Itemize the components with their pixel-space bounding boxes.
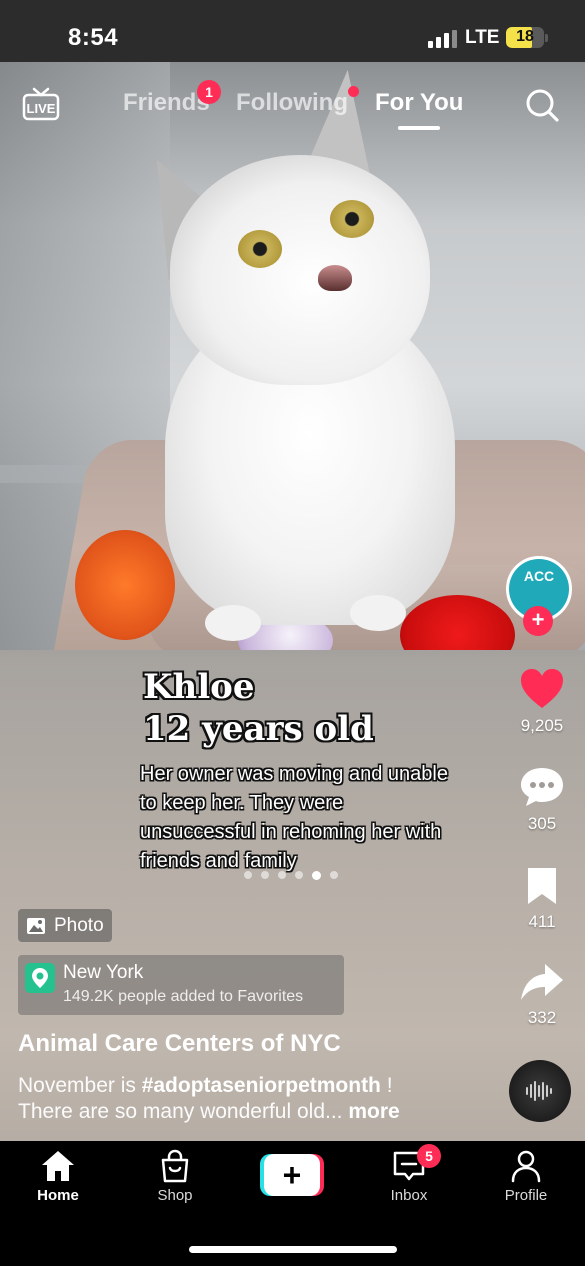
home-icon: [42, 1151, 74, 1181]
caption-title: Khloe 12 years old: [143, 666, 374, 750]
post-description[interactable]: November is #adoptaseniorpetmonth ! Ther…: [18, 1073, 488, 1125]
nav-inbox-label: Inbox: [390, 1187, 428, 1204]
carousel-dot-active: [312, 870, 321, 880]
heart-icon: [521, 669, 563, 708]
cat-nose: [318, 265, 352, 291]
more-link[interactable]: more: [343, 1100, 399, 1123]
description-prefix: November is: [18, 1074, 142, 1097]
nav-profile-label: Profile: [504, 1187, 548, 1204]
tab-following[interactable]: Following: [236, 89, 348, 117]
description-suffix: !: [380, 1074, 393, 1097]
cat-paw-left: [205, 605, 261, 641]
avatar-text: ACC: [523, 568, 555, 584]
caption-age: 12 years old: [143, 709, 374, 749]
svg-text:LIVE: LIVE: [27, 101, 56, 116]
nav-profile[interactable]: Profile: [481, 1149, 571, 1204]
share-button[interactable]: 332: [512, 962, 572, 1028]
top-navigation: LIVE Friends 1 Following For You: [0, 70, 585, 140]
battery-level: 18: [516, 28, 534, 45]
bookmark-icon: [528, 868, 556, 904]
tab-for-you[interactable]: For You: [375, 89, 463, 117]
account-name[interactable]: Animal Care Centers of NYC: [18, 1030, 341, 1058]
carousel-dot: [278, 871, 286, 879]
search-icon[interactable]: [524, 87, 560, 123]
cat-head: [170, 155, 430, 385]
carousel-dot: [244, 871, 252, 879]
cat-paw-right: [350, 595, 406, 631]
create-plus-icon: +: [282, 1157, 302, 1193]
cat-eye-left: [238, 230, 282, 268]
like-count: 9,205: [520, 716, 564, 735]
carousel-dot: [295, 871, 303, 879]
orange-pompom-toy: [75, 530, 175, 640]
inbox-badge: 5: [417, 1144, 441, 1168]
nav-home-label: Home: [37, 1187, 79, 1204]
image-icon: [27, 918, 45, 934]
following-dot: [348, 86, 359, 97]
carousel-dot: [330, 871, 338, 879]
share-count: 332: [527, 1008, 557, 1027]
home-indicator[interactable]: [189, 1246, 397, 1253]
location-pin-icon: [25, 963, 55, 993]
friends-badge: 1: [197, 80, 221, 104]
create-button[interactable]: +: [260, 1154, 324, 1196]
battery-icon: 18: [506, 27, 544, 48]
description-line2: There are so many wonderful old...: [18, 1100, 343, 1123]
cellular-signal-icon: [428, 30, 458, 48]
hashtag-link[interactable]: #adoptaseniorpetmonth: [142, 1074, 381, 1097]
comment-icon: [521, 768, 563, 806]
carousel-dot: [261, 871, 269, 879]
photo-tag-label: Photo: [54, 915, 104, 936]
location-subtitle: 149.2K people added to Favorites: [63, 988, 304, 1005]
battery-tip: [545, 34, 548, 42]
cat-eye-right: [330, 200, 374, 238]
shopping-bag-icon: [161, 1149, 189, 1183]
like-button[interactable]: 9,205: [512, 668, 572, 736]
share-icon: [521, 964, 563, 1000]
nav-shop-label: Shop: [157, 1187, 193, 1204]
bookmark-button[interactable]: 411: [512, 866, 572, 932]
profile-icon: [511, 1150, 541, 1183]
comment-count: 305: [527, 814, 557, 833]
caption-name: Khloe: [143, 667, 255, 707]
location-card[interactable]: New York 149.2K people added to Favorite…: [18, 955, 344, 1015]
tiktok-screen: 8:54 LTE 18 LIVE Friends 1 Following For…: [0, 0, 585, 1266]
photo-tag: Photo: [18, 909, 112, 942]
active-tab-underline: [398, 126, 440, 130]
location-name: New York: [63, 962, 144, 983]
nav-shop[interactable]: Shop: [130, 1149, 220, 1204]
bookmark-count: 411: [528, 912, 556, 931]
live-tv-icon[interactable]: LIVE: [22, 87, 60, 121]
carousel-dots: [244, 870, 338, 880]
status-bar: 8:54 LTE 18: [0, 0, 585, 62]
status-time: 8:54: [68, 24, 119, 51]
caption-body: Her owner was moving and unable to keep …: [140, 763, 448, 872]
music-disc-icon[interactable]: [509, 1060, 571, 1122]
network-type: LTE: [465, 27, 500, 48]
nav-home[interactable]: Home: [13, 1149, 103, 1204]
post-photo[interactable]: [0, 60, 585, 650]
comment-button[interactable]: 305: [512, 766, 572, 834]
follow-button[interactable]: +: [523, 606, 553, 636]
